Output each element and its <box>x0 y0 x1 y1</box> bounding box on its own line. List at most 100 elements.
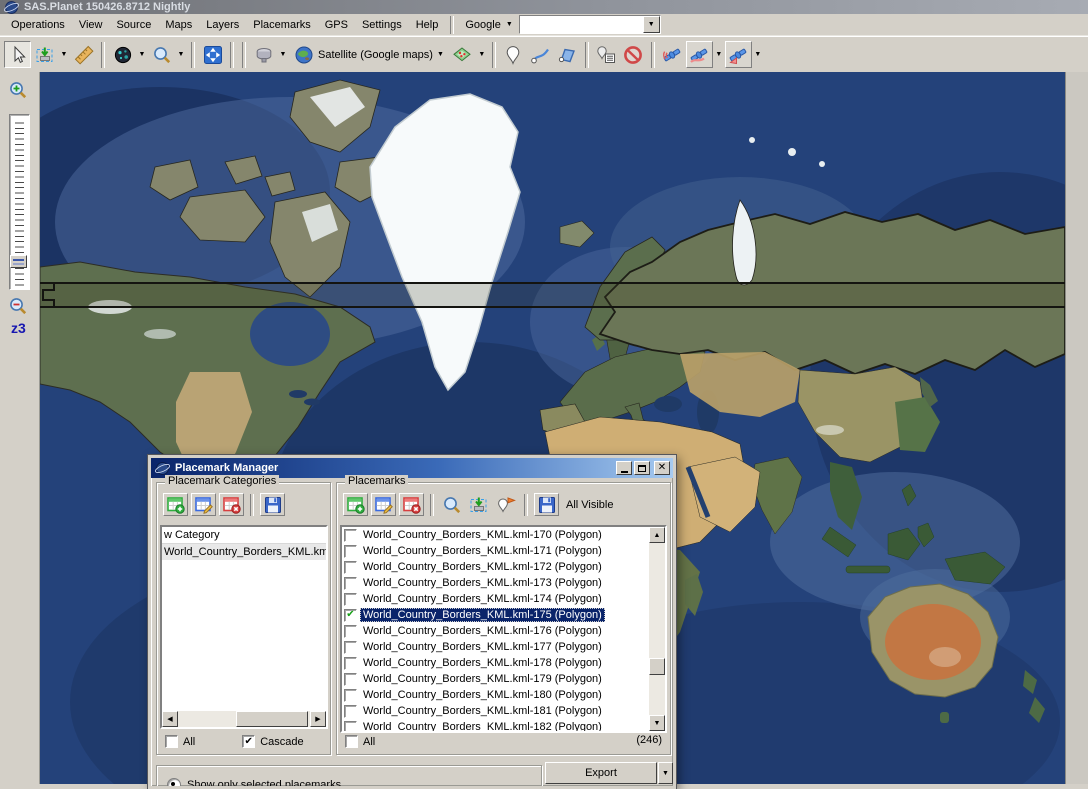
save-placemarks-button[interactable] <box>534 493 559 516</box>
visibility-checkbox[interactable] <box>344 721 357 734</box>
search-input[interactable] <box>520 16 643 33</box>
search-placemark-icon[interactable] <box>442 495 462 515</box>
menu-item[interactable]: Settings <box>355 16 409 34</box>
menu-item[interactable]: GPS <box>318 16 355 34</box>
visibility-checkbox[interactable] <box>344 657 357 670</box>
scroll-right-button[interactable]: ▶ <box>310 711 326 727</box>
placemarks-list[interactable]: World_Country_Borders_KML.kml-170 (Polyg… <box>340 525 667 733</box>
menu-item[interactable]: View <box>72 16 110 34</box>
visibility-checkbox[interactable] <box>344 705 357 718</box>
zoom-tool-dropdown-arrow[interactable]: ▼ <box>175 42 187 68</box>
placemark-row[interactable]: World_Country_Borders_KML.kml-179 (Polyg… <box>342 671 665 687</box>
search-combobox[interactable]: ▼ <box>519 15 661 34</box>
cascade-checkbox[interactable] <box>242 735 255 748</box>
minimize-button[interactable] <box>616 461 632 475</box>
visibility-checkbox[interactable] <box>344 529 357 542</box>
vscroll-thumb[interactable] <box>649 658 665 675</box>
placemark-row[interactable]: World_Country_Borders_KML.kml-170 (Polyg… <box>342 527 665 543</box>
categories-list-header[interactable]: w Category <box>162 527 326 544</box>
zoom-out-button[interactable] <box>8 296 28 316</box>
menu-item[interactable]: Source <box>109 16 158 34</box>
placemarks-vscrollbar[interactable]: ▲ ▼ <box>649 527 665 731</box>
scroll-left-button[interactable]: ◀ <box>162 711 178 727</box>
hscroll-thumb[interactable] <box>236 711 308 727</box>
layers-dropdown-arrow[interactable]: ▼ <box>476 42 488 68</box>
add-category-button[interactable] <box>163 493 188 516</box>
close-button[interactable]: ✕ <box>654 461 670 475</box>
add-placemark-button[interactable] <box>500 41 527 68</box>
placemark-row[interactable]: World_Country_Borders_KML.kml-182 (Polyg… <box>342 719 665 733</box>
export-button[interactable]: Export <box>545 762 657 784</box>
add-placemark-button[interactable] <box>343 493 368 516</box>
menu-item[interactable]: Layers <box>199 16 246 34</box>
visibility-checkbox[interactable] <box>344 689 357 702</box>
gps-track-dropdown-arrow[interactable]: ▼ <box>713 42 725 68</box>
visibility-checkbox[interactable] <box>344 577 357 590</box>
placemark-manager-button[interactable] <box>593 41 620 68</box>
search-dropdown-button[interactable]: ▼ <box>643 16 660 33</box>
menu-item[interactable]: Operations <box>4 16 72 34</box>
map-type-button[interactable]: Satellite (Google maps) ▼ <box>289 41 449 68</box>
placemark-row[interactable]: World_Country_Borders_KML.kml-174 (Polyg… <box>342 591 665 607</box>
visibility-checkbox[interactable] <box>344 673 357 686</box>
menu-item[interactable]: Help <box>409 16 446 34</box>
export-dropdown-arrow[interactable]: ▼ <box>658 762 673 784</box>
visibility-checkbox[interactable] <box>344 625 357 638</box>
categories-list[interactable]: w Category World_Country_Borders_KML.kml… <box>160 525 328 729</box>
gps-polygon-dropdown-arrow[interactable]: ▼ <box>752 42 764 68</box>
cache-button[interactable] <box>250 41 277 68</box>
categories-hscrollbar[interactable]: ◀ ▶ <box>162 711 326 727</box>
goto-placemark-icon[interactable] <box>496 495 516 515</box>
visibility-checkbox[interactable] <box>344 561 357 574</box>
add-polygon-button[interactable] <box>554 41 581 68</box>
gps-connect-button[interactable] <box>659 41 686 68</box>
layers-button[interactable] <box>449 41 476 68</box>
placemark-row[interactable]: World_Country_Borders_KML.kml-180 (Polyg… <box>342 687 665 703</box>
edit-category-button[interactable] <box>191 493 216 516</box>
category-row[interactable]: World_Country_Borders_KML.kml <box>162 544 326 560</box>
menu-item[interactable]: Placemarks <box>246 16 317 34</box>
hscroll-track[interactable] <box>178 711 310 727</box>
visibility-checkbox[interactable] <box>344 641 357 654</box>
dark-globe-dropdown-arrow[interactable]: ▼ <box>136 42 148 68</box>
zoom-in-button[interactable] <box>8 80 28 100</box>
delete-category-button[interactable] <box>219 493 244 516</box>
zoom-slider-handle[interactable] <box>10 255 27 268</box>
placemark-row[interactable]: World_Country_Borders_KML.kml-172 (Polyg… <box>342 559 665 575</box>
dark-globe-button[interactable] <box>109 41 136 68</box>
gps-polygon-button[interactable] <box>725 41 752 68</box>
zoom-tool-button[interactable] <box>148 41 175 68</box>
placemarks-all-checkbox[interactable] <box>345 735 358 748</box>
add-path-button[interactable] <box>527 41 554 68</box>
placemark-row[interactable]: World_Country_Borders_KML.kml-176 (Polyg… <box>342 623 665 639</box>
placemark-row[interactable]: World_Country_Borders_KML.kml-173 (Polyg… <box>342 575 665 591</box>
zoom-slider[interactable] <box>9 114 30 290</box>
visibility-checkbox[interactable] <box>344 593 357 606</box>
ruler-button[interactable] <box>70 41 97 68</box>
search-provider-dropdown[interactable]: Google ▼ <box>459 17 518 33</box>
placemark-row[interactable]: World_Country_Borders_KML.kml-177 (Polyg… <box>342 639 665 655</box>
save-categories-button[interactable] <box>260 493 285 516</box>
placemark-row[interactable]: World_Country_Borders_KML.kml-178 (Polyg… <box>342 655 665 671</box>
hide-placemarks-button[interactable] <box>620 41 647 68</box>
categories-all-checkbox[interactable] <box>165 735 178 748</box>
cursor-tool-button[interactable] <box>4 41 31 68</box>
placemark-row[interactable]: World_Country_Borders_KML.kml-175 (Polyg… <box>342 607 665 623</box>
select-placemark-icon[interactable] <box>469 495 489 515</box>
cache-dropdown-arrow[interactable]: ▼ <box>277 42 289 68</box>
placemark-row[interactable]: World_Country_Borders_KML.kml-171 (Polyg… <box>342 543 665 559</box>
placemark-manager-dialog[interactable]: Placemark Manager ✕ Placemark Categories… <box>148 455 676 789</box>
scroll-up-button[interactable]: ▲ <box>649 527 665 543</box>
visibility-checkbox[interactable] <box>344 609 357 622</box>
maximize-button[interactable] <box>634 461 650 475</box>
gps-track-button[interactable] <box>686 41 713 68</box>
fullscreen-button[interactable] <box>199 41 226 68</box>
scroll-down-button[interactable]: ▼ <box>649 715 665 731</box>
placemark-row[interactable]: World_Country_Borders_KML.kml-181 (Polyg… <box>342 703 665 719</box>
delete-placemark-button[interactable] <box>399 493 424 516</box>
selection-download-button[interactable] <box>31 41 58 68</box>
menu-item[interactable]: Maps <box>158 16 199 34</box>
visibility-checkbox[interactable] <box>344 545 357 558</box>
edit-placemark-button[interactable] <box>371 493 396 516</box>
selection-dropdown-arrow[interactable]: ▼ <box>58 42 70 68</box>
